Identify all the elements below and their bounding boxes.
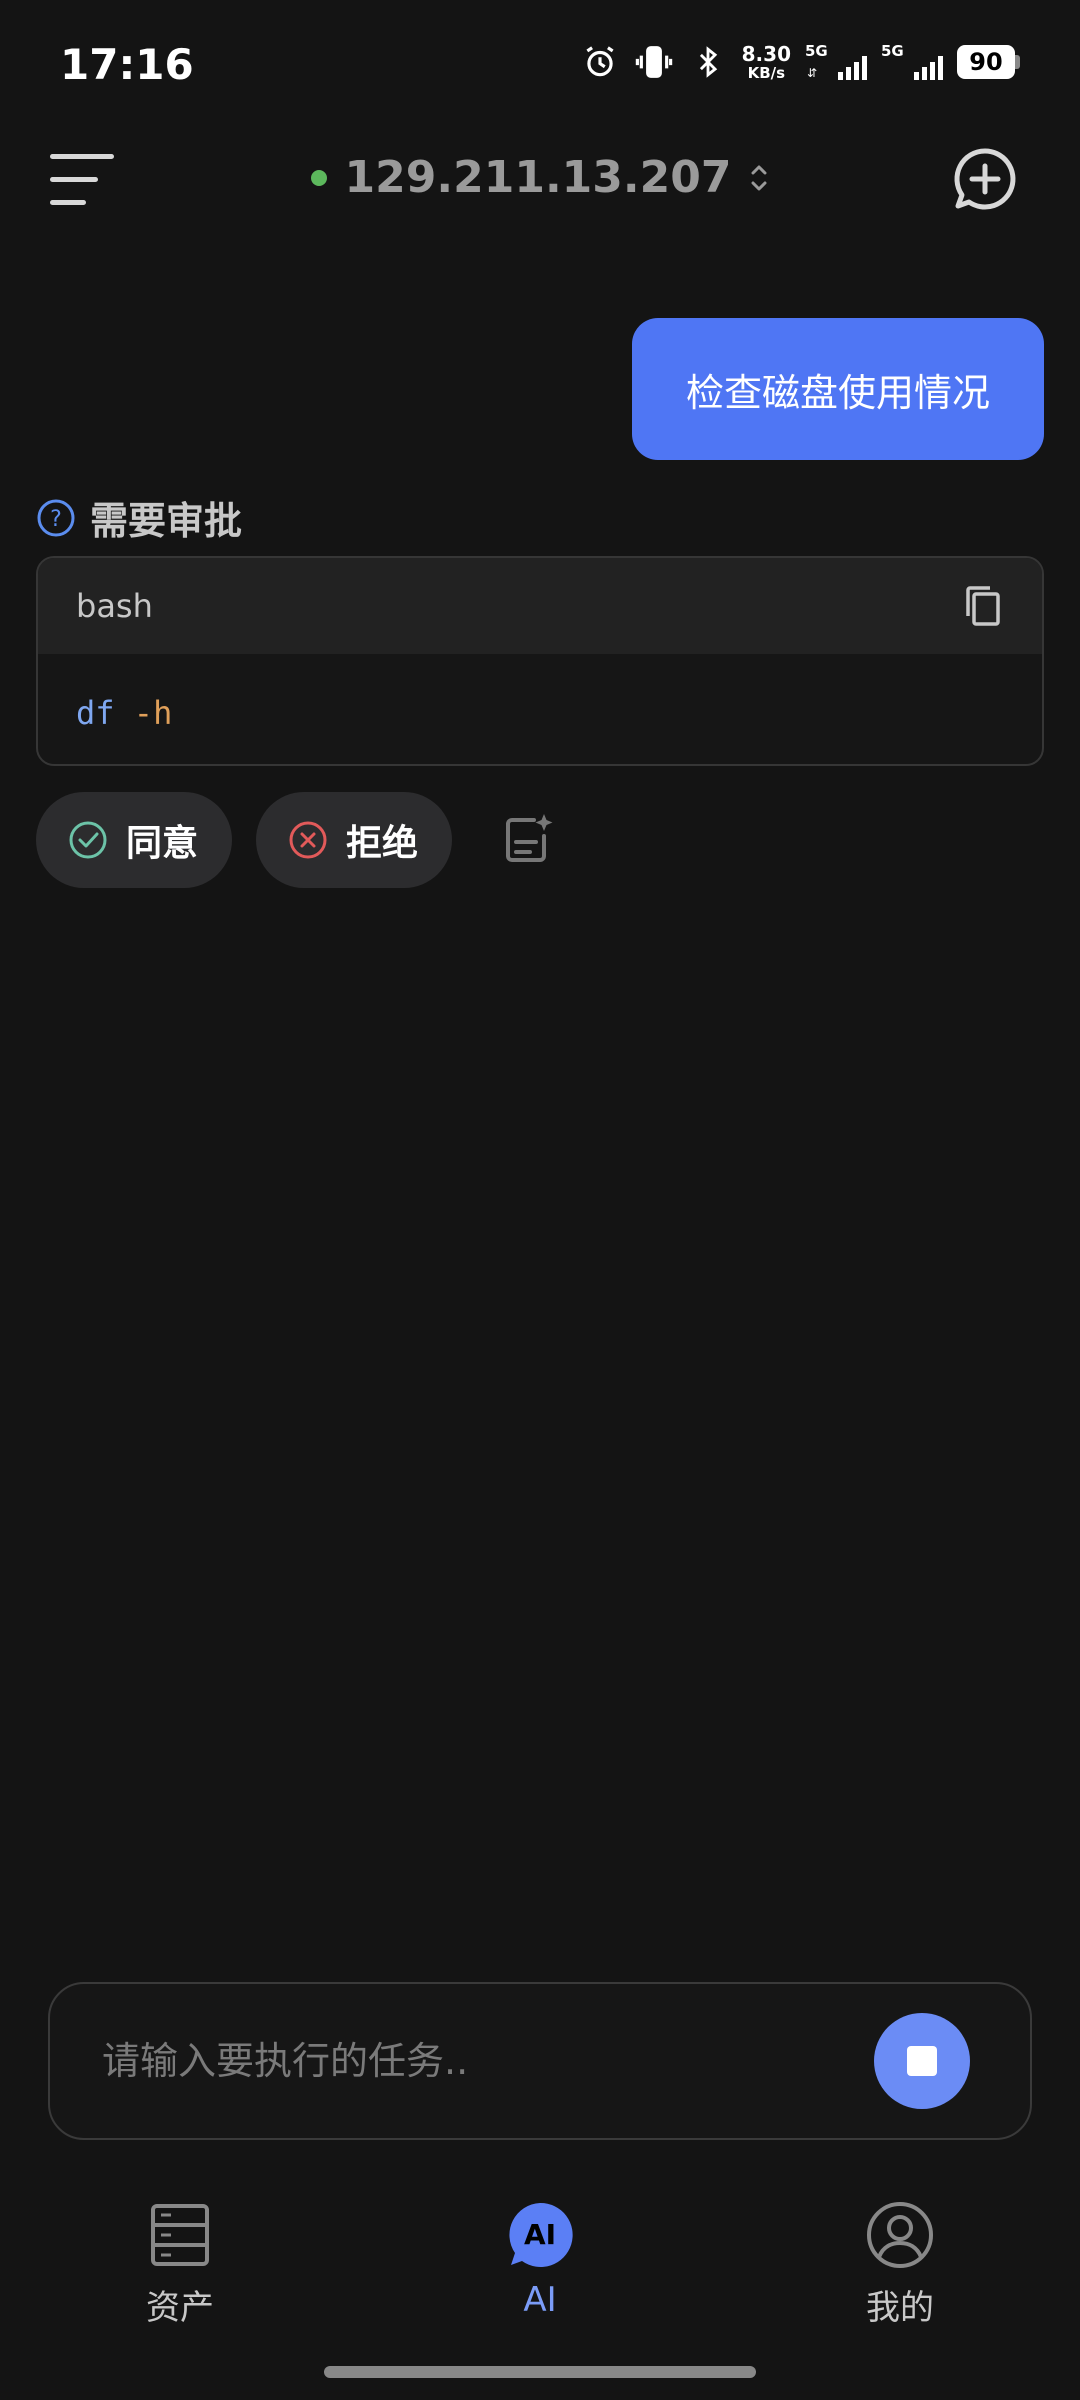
vibrate-icon [634, 42, 674, 82]
nav-ai[interactable]: AI AI [440, 2200, 640, 2330]
server-stack-icon [151, 2204, 209, 2266]
chat-plus-icon [954, 148, 1016, 210]
nav-mine-label: 我的 [866, 2288, 934, 2328]
nav-mine[interactable]: 我的 [800, 2200, 1000, 2330]
approve-label: 同意 [126, 823, 199, 864]
code-command: df [76, 694, 115, 732]
app-header: 129.211.13.207 [0, 130, 1080, 230]
signal-sim2-icon: 5G [881, 42, 943, 82]
approval-actions: 同意 拒绝 [36, 792, 558, 888]
code-args: -h [114, 694, 173, 732]
x-circle-icon [289, 821, 327, 859]
server-status-dot [310, 169, 327, 186]
stop-button[interactable] [874, 2013, 970, 2109]
task-input-container [48, 1982, 1032, 2140]
nav-ai-label: AI [523, 2280, 557, 2320]
nav-assets-label: 资产 [146, 2288, 214, 2328]
user-message-bubble: 检查磁盘使用情况 [632, 318, 1044, 460]
svg-text:AI: AI [524, 2218, 556, 2251]
new-chat-button[interactable] [952, 146, 1018, 212]
approval-header: ? 需要审批 [36, 490, 242, 545]
battery-icon: 90 [957, 45, 1020, 79]
task-input[interactable] [102, 2039, 874, 2083]
note-sparkle-icon [506, 814, 553, 862]
stop-icon [907, 2046, 937, 2076]
code-block-header: bash [38, 558, 1042, 654]
svg-text:?: ? [50, 507, 62, 532]
question-circle-icon: ? [37, 499, 75, 536]
copy-button[interactable] [962, 584, 1006, 628]
copy-icon [966, 586, 1000, 626]
status-time: 17:16 [60, 40, 194, 89]
network-speed: 8.30 KB/s [741, 41, 791, 82]
check-circle-icon [69, 821, 107, 859]
status-bar: 17:16 8.30 KB/s 5G ⇵ 5G 90 [0, 0, 1080, 130]
alarm-icon [580, 42, 620, 82]
signal-sim1-icon: 5G ⇵ [805, 42, 867, 82]
ai-edit-button[interactable] [498, 810, 558, 870]
user-circle-icon [867, 2202, 933, 2268]
nav-assets[interactable]: 资产 [80, 2200, 280, 2330]
server-ip: 129.211.13.207 [344, 152, 732, 203]
home-indicator[interactable] [324, 2366, 756, 2378]
code-language: bash [76, 587, 153, 625]
approval-title: 需要审批 [90, 499, 243, 543]
code-content: df -h [38, 654, 1042, 764]
chevron-up-down-icon [751, 165, 767, 190]
bluetooth-icon [688, 42, 728, 82]
reject-label: 拒绝 [346, 823, 419, 864]
reject-button[interactable]: 拒绝 [256, 792, 453, 888]
ai-chat-icon: AI [509, 2202, 573, 2267]
approve-button[interactable]: 同意 [36, 792, 233, 888]
server-selector[interactable]: 129.211.13.207 [0, 152, 1080, 203]
code-block: bash df -h [36, 556, 1044, 766]
bottom-navigation: 资产 AI AI 我的 [0, 2190, 1080, 2340]
status-icons: 8.30 KB/s 5G ⇵ 5G 90 [580, 42, 1020, 82]
